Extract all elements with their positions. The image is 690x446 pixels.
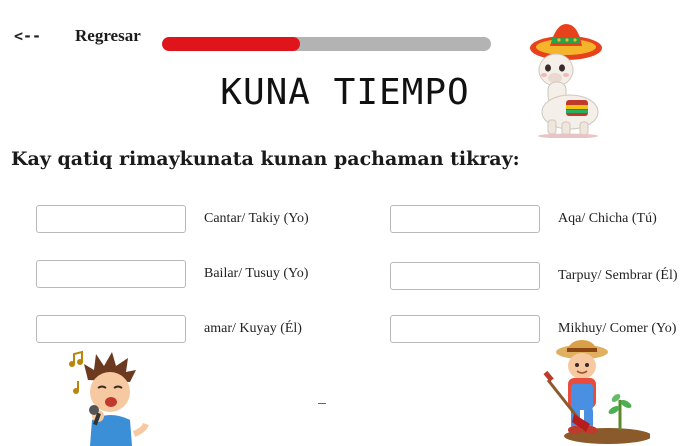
instruction-text: Kay qatiq rimaykunata kunan pachaman tik…: [11, 148, 520, 170]
exercise-label-mikhuy: Mikhuy/ Comer (Yo): [558, 321, 677, 336]
answer-input-bailar[interactable]: [36, 260, 186, 288]
gardening-boy-illustration: [543, 340, 650, 444]
exercise-label-tarpuy: Tarpuy/ Sembrar (Él): [558, 268, 678, 283]
answer-input-tarpuy[interactable]: [390, 262, 540, 290]
progress-bar-fill: [162, 37, 301, 51]
progress-bar: [162, 37, 491, 51]
exercise-label-cantar: Cantar/ Takiy (Yo): [204, 211, 309, 226]
back-arrow-icon[interactable]: <--: [14, 27, 41, 45]
page-title: KUNA TIEMPO: [220, 72, 470, 113]
singing-boy-illustration: [69, 350, 149, 446]
exercise-label-aqa: Aqa/ Chicha (Tú): [558, 211, 657, 226]
dash-mark: [318, 403, 326, 404]
exercise-label-bailar: Bailar/ Tusuy (Yo): [204, 266, 309, 281]
answer-input-cantar[interactable]: [36, 205, 186, 233]
exercise-label-amar: amar/ Kuyay (Él): [204, 321, 302, 336]
answer-input-mikhuy[interactable]: [390, 315, 540, 343]
answer-input-amar[interactable]: [36, 315, 186, 343]
answer-input-aqa[interactable]: [390, 205, 540, 233]
back-button[interactable]: Regresar: [75, 26, 141, 46]
